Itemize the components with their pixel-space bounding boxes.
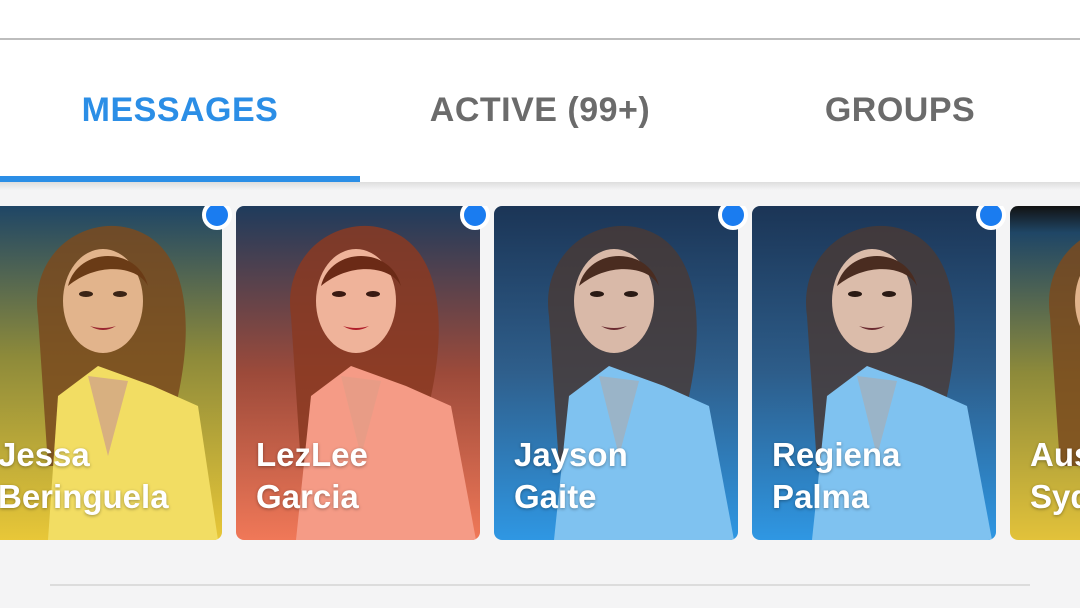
tab-bar: MESSAGES ACTIVE (99+) GROUPS (0, 40, 1080, 182)
list-divider (50, 584, 1030, 586)
unread-dot (718, 206, 748, 230)
tab-bar-shadow (0, 182, 1080, 190)
tab-messages[interactable]: MESSAGES (0, 40, 360, 182)
story-name: Aus Syd (1030, 436, 1080, 515)
tab-active-label: ACTIVE (99+) (429, 90, 651, 129)
story-name: LezLee Garcia (256, 436, 368, 515)
story-card[interactable]: Jayson Gaite (494, 206, 738, 540)
story-name: Jessa Beringuela (0, 436, 169, 515)
story-card[interactable]: Jessa Beringuela (0, 206, 222, 540)
unread-dot (460, 206, 490, 230)
tab-groups[interactable]: GROUPS (720, 40, 1080, 182)
story-name: Jayson Gaite (514, 436, 628, 515)
tab-messages-label: MESSAGES (81, 90, 279, 129)
unread-dot (202, 206, 232, 230)
tab-groups-label: GROUPS (824, 90, 976, 129)
top-bar (0, 0, 1080, 40)
story-carousel[interactable]: Jessa Beringuela LezLee Garcia Jayson Ga… (0, 206, 1080, 546)
story-card[interactable]: Regiena Palma (752, 206, 996, 540)
story-card[interactable]: Aus Syd (1010, 206, 1080, 540)
unread-dot (976, 206, 1006, 230)
tab-active[interactable]: ACTIVE (99+) (360, 40, 720, 182)
story-name: Regiena Palma (772, 436, 901, 515)
story-card[interactable]: LezLee Garcia (236, 206, 480, 540)
